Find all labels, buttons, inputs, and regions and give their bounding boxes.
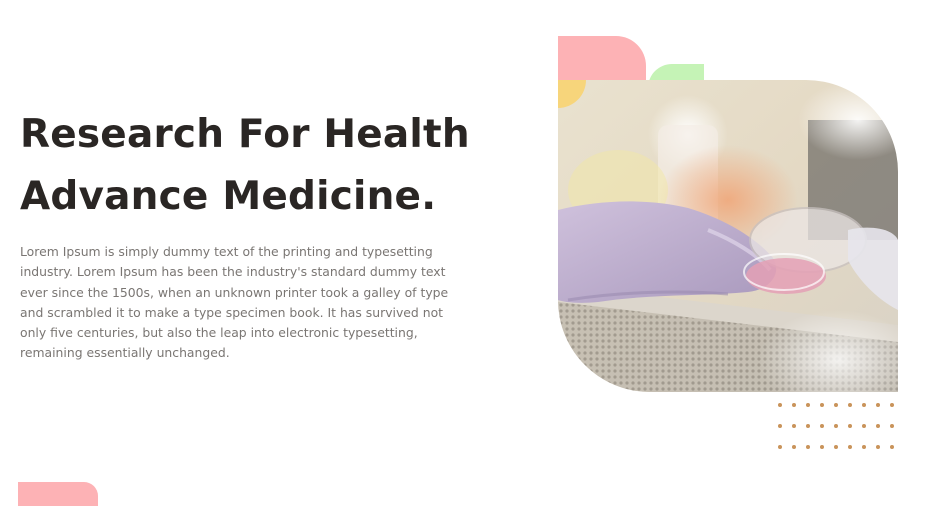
hero-description: Lorem Ipsum is simply dummy text of the … bbox=[20, 244, 449, 361]
hero-heading-line2: Advance Medicine. bbox=[20, 174, 437, 219]
hero-heading-line1: Research For Health bbox=[20, 112, 470, 157]
hero-heading: Research For Health Advance Medicine. bbox=[20, 104, 540, 228]
lab-research-photo bbox=[558, 80, 898, 392]
decorative-bottom-pink-shape bbox=[18, 482, 98, 506]
decorative-dot-grid bbox=[778, 403, 894, 449]
